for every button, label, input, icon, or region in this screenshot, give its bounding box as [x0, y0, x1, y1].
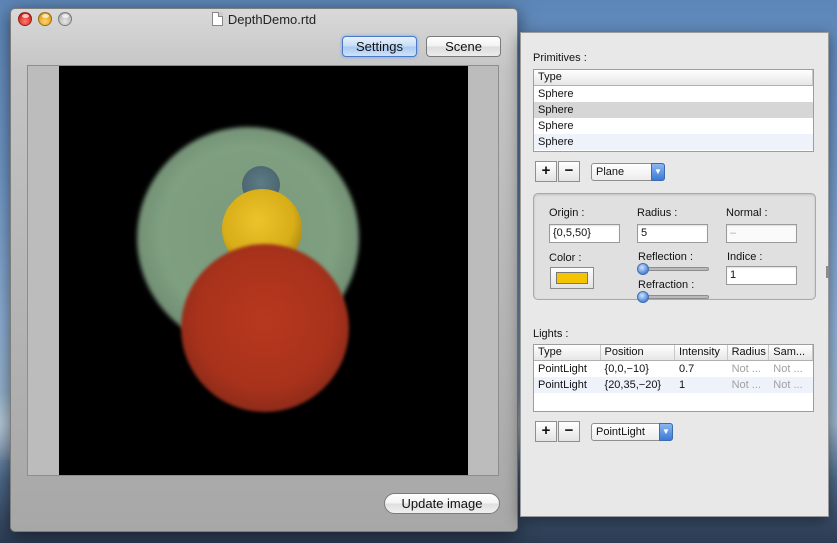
reflection-label: Reflection : — [638, 251, 694, 263]
reflection-slider-knob[interactable] — [637, 263, 649, 275]
remove-light-button[interactable]: − — [558, 421, 580, 442]
color-swatch — [556, 272, 588, 284]
column-header-samples[interactable]: Sam... — [769, 345, 813, 360]
light-samples-cell: Not ... — [773, 363, 803, 375]
indice-label: Indice : — [727, 251, 763, 263]
scene-button[interactable]: Scene — [426, 36, 501, 57]
light-position-cell: {0,0,−10} — [604, 363, 649, 375]
color-label: Color : — [549, 252, 582, 264]
lights-table-header[interactable]: Type Position Intensity Radius Sam... — [534, 345, 813, 361]
primitives-label: Primitives : — [533, 52, 587, 64]
table-row[interactable]: Sphere — [534, 102, 813, 118]
radius-field[interactable]: 5 — [637, 224, 708, 243]
add-primitive-button[interactable]: + — [535, 161, 557, 182]
light-type-cell: PointLight — [538, 363, 587, 375]
refraction-slider[interactable] — [639, 295, 709, 299]
light-type-value: PointLight — [596, 426, 645, 438]
reflection-slider[interactable] — [639, 267, 709, 271]
primitives-table[interactable]: Type Sphere Sphere Sphere Sphere — [533, 69, 814, 152]
light-type-popup[interactable]: PointLight ▼ — [591, 423, 673, 441]
table-cell: Sphere — [538, 120, 574, 132]
window-title: DepthDemo.rtd — [227, 12, 317, 27]
table-row[interactable]: Sphere — [534, 118, 813, 134]
light-samples-cell: Not ... — [773, 379, 803, 391]
red-sphere-render — [181, 244, 349, 412]
origin-label: Origin : — [549, 207, 585, 219]
lights-table[interactable]: Type Position Intensity Radius Sam... Po… — [533, 344, 814, 412]
column-header-type[interactable]: Type — [534, 70, 813, 85]
popup-arrow-icon: ▼ — [659, 423, 673, 441]
origin-field[interactable]: {0,5,50} — [549, 224, 620, 243]
column-header-intensity[interactable]: Intensity — [675, 345, 728, 360]
normal-label: Normal : — [726, 207, 768, 219]
primitive-type-value: Plane — [596, 166, 625, 178]
normal-field: – — [726, 224, 797, 243]
render-view-frame — [27, 65, 499, 476]
window-titlebar[interactable]: DepthDemo.rtd — [11, 9, 517, 31]
popup-arrow-icon: ▼ — [651, 163, 665, 181]
panel-resize-handle[interactable] — [826, 266, 829, 278]
update-image-button[interactable]: Update image — [384, 493, 500, 514]
primitive-type-popup[interactable]: Plane ▼ — [591, 163, 665, 181]
primitive-properties-box: Origin : {0,5,50} Radius : 5 Normal : – … — [533, 193, 816, 303]
refraction-label: Refraction : — [638, 279, 695, 291]
refraction-slider-knob[interactable] — [637, 291, 649, 303]
indice-field[interactable]: 1 — [726, 266, 797, 285]
render-window: DepthDemo.rtd Settings Scene Update imag… — [10, 8, 518, 532]
table-cell: Sphere — [538, 88, 574, 100]
primitives-table-header[interactable]: Type — [534, 70, 813, 86]
light-intensity-cell: 0.7 — [678, 363, 695, 375]
column-header-position[interactable]: Position — [601, 345, 675, 360]
column-header-type[interactable]: Type — [534, 345, 601, 360]
light-radius-cell: Not ... — [731, 363, 761, 375]
table-row[interactable]: PointLight {0,0,−10} 0.7 Not ... Not ... — [534, 361, 813, 377]
remove-primitive-button[interactable]: − — [558, 161, 580, 182]
table-row[interactable]: Sphere — [534, 86, 813, 102]
table-cell: Sphere — [538, 104, 574, 116]
lights-label: Lights : — [533, 328, 569, 340]
window-title-group: DepthDemo.rtd — [11, 12, 517, 27]
table-row[interactable]: PointLight {20,35,−20} 1 Not ... Not ... — [534, 377, 813, 393]
document-icon — [211, 12, 223, 26]
table-row[interactable]: Sphere — [534, 134, 813, 150]
table-cell: Sphere — [538, 136, 574, 148]
light-radius-cell: Not ... — [731, 379, 761, 391]
column-header-radius[interactable]: Radius — [728, 345, 770, 360]
color-well[interactable] — [550, 267, 594, 289]
render-image — [59, 66, 468, 475]
light-position-cell: {20,35,−20} — [604, 379, 662, 391]
inspector-panel: Primitives : Type Sphere Sphere Sphere S… — [520, 32, 829, 517]
add-light-button[interactable]: + — [535, 421, 557, 442]
radius-label: Radius : — [637, 207, 678, 219]
light-type-cell: PointLight — [538, 379, 587, 391]
settings-button[interactable]: Settings — [342, 36, 417, 57]
light-intensity-cell: 1 — [678, 379, 686, 391]
